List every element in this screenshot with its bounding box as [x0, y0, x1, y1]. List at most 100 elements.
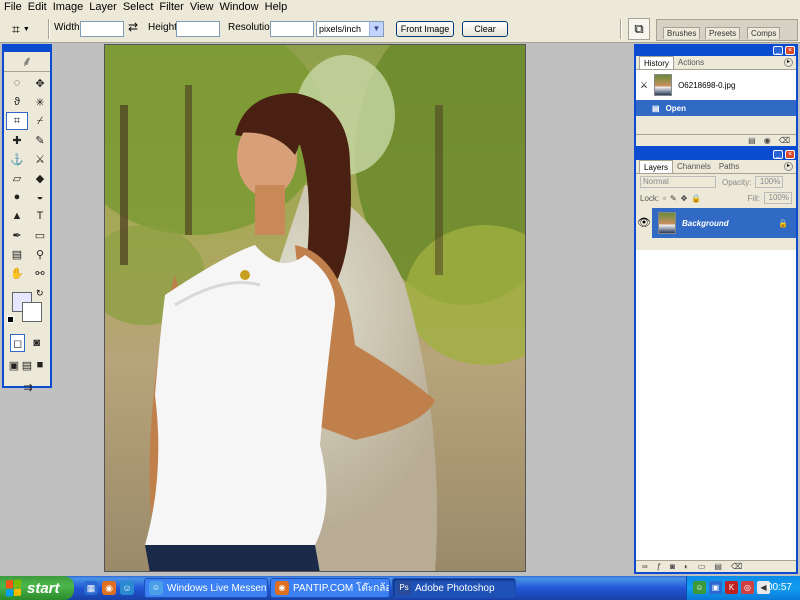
background-color[interactable] — [22, 302, 42, 322]
adjustment-layer-icon[interactable]: ◐ — [684, 561, 689, 572]
minimize-icon[interactable]: _ — [773, 150, 783, 159]
clear-button[interactable]: Clear — [462, 21, 508, 37]
trash-icon[interactable]: ⌫ — [779, 135, 790, 146]
resolution-units-select[interactable]: pixels/inch ▼ — [316, 21, 384, 37]
crop-icon[interactable]: ⌗ — [6, 112, 28, 130]
network-icon[interactable]: ▣ — [709, 581, 722, 594]
adobe-online-icon[interactable]: ⸙ — [4, 52, 50, 72]
tab-paths[interactable]: Paths — [715, 160, 743, 173]
slice-icon[interactable]: ⌿ — [29, 112, 51, 130]
antivirus-icon[interactable]: K — [725, 581, 738, 594]
history-footer: ▤ ◉ ⌫ — [636, 134, 796, 146]
hand-icon[interactable]: ✋ — [6, 264, 28, 282]
eye-icon[interactable]: 👁 — [636, 208, 652, 238]
firefox-icon[interactable]: ◉ — [102, 581, 116, 595]
history-brush-source-icon[interactable]: ⚔ — [640, 80, 648, 91]
menu-layer[interactable]: Layer — [88, 0, 122, 15]
panel-titlebar[interactable]: _ × — [636, 150, 796, 160]
blur-icon[interactable]: ● — [6, 188, 28, 206]
well-tab-presets[interactable]: Presets — [705, 27, 741, 39]
dodge-icon[interactable]: ◒ — [29, 188, 51, 206]
swap-colors-icon[interactable]: ↻ — [36, 288, 44, 299]
notes-icon[interactable]: ▤ — [6, 245, 28, 263]
link-icon[interactable]: ∞ — [642, 561, 648, 572]
eyedropper-icon[interactable]: ⚲ — [29, 245, 51, 263]
menu-select[interactable]: Select — [122, 0, 159, 15]
taskbar-button-messenger[interactable]: ☺ Windows Live Messen... — [144, 578, 268, 598]
document-canvas[interactable] — [104, 44, 526, 572]
default-colors-icon[interactable] — [7, 316, 14, 323]
clone-stamp-icon[interactable]: ⚓ — [6, 150, 28, 168]
fill-input[interactable]: 100% — [764, 192, 792, 204]
pen-icon[interactable]: ✒ — [6, 226, 28, 244]
taskbar-button-photoshop[interactable]: Ps Adobe Photoshop — [392, 578, 516, 598]
crop-tool-preset[interactable]: ⌗ ▼ — [12, 19, 42, 39]
new-set-icon[interactable]: ▭ — [698, 561, 706, 572]
layer-row-background[interactable]: 👁 Background 🔒 — [636, 208, 796, 238]
messenger-tray-icon[interactable]: ☺ — [693, 581, 706, 594]
type-icon[interactable]: T — [29, 207, 51, 225]
trash-icon[interactable]: ⌫ — [731, 561, 742, 572]
taskbar-button-firefox[interactable]: ◉ PANTIP.COM โต๊ะกล้อ... — [270, 578, 390, 598]
eraser-icon[interactable]: ▱ — [6, 169, 28, 187]
menu-image[interactable]: Image — [52, 0, 89, 15]
screen-mode-standard-icon[interactable]: ▣ — [8, 356, 20, 374]
quick-mask-icon[interactable]: ◙ — [29, 334, 44, 352]
menu-help[interactable]: Help — [264, 0, 293, 15]
menu-window[interactable]: Window — [219, 0, 264, 15]
screen-mode-full-icon[interactable]: ■ — [34, 356, 46, 374]
magic-wand-icon[interactable]: ✳ — [29, 93, 51, 111]
mask-icon[interactable]: ◙ — [670, 561, 675, 572]
path-select-icon[interactable]: ▲ — [6, 207, 28, 225]
menu-file[interactable]: File — [3, 0, 27, 15]
minimize-icon[interactable]: _ — [773, 46, 783, 55]
history-state-label: Open — [665, 103, 687, 113]
imageready-icon[interactable]: ⇉ — [10, 378, 46, 396]
history-state[interactable]: ▤ Open — [636, 100, 796, 116]
height-input[interactable] — [176, 21, 220, 37]
opacity-input[interactable]: 100% — [755, 176, 784, 188]
marquee-icon[interactable]: ◌ — [6, 74, 28, 92]
healing-brush-icon[interactable]: ✚ — [6, 131, 28, 149]
lock-icons[interactable]: ▫✎✥🔒 — [663, 194, 705, 203]
lasso-icon[interactable]: ϑ — [6, 93, 28, 111]
start-button[interactable]: start — [0, 576, 74, 600]
well-tab-brushes[interactable]: Brushes — [663, 27, 701, 39]
zoom-icon[interactable]: ⚯ — [29, 264, 51, 282]
menu-view[interactable]: View — [189, 0, 219, 15]
history-snapshot[interactable]: ⚔ O6218698-0.jpg — [636, 70, 796, 100]
tab-actions[interactable]: Actions — [674, 56, 708, 69]
messenger-quicklaunch-icon[interactable]: ☺ — [120, 581, 134, 595]
panel-menu-icon[interactable]: ▸ — [784, 162, 793, 171]
new-snapshot-icon[interactable]: ◉ — [764, 135, 771, 146]
blend-mode-select[interactable]: Normal — [640, 176, 716, 188]
width-input[interactable] — [80, 21, 124, 37]
tab-channels[interactable]: Channels — [673, 160, 715, 173]
tab-layers[interactable]: Layers — [639, 160, 674, 173]
shape-icon[interactable]: ▭ — [29, 226, 51, 244]
tab-history[interactable]: History — [639, 56, 674, 69]
front-image-button[interactable]: Front Image — [396, 21, 454, 37]
well-tab-comps[interactable]: Comps — [747, 27, 781, 39]
new-document-icon[interactable]: ▤ — [748, 135, 756, 146]
clock: 00:57 — [766, 582, 792, 593]
new-layer-icon[interactable]: ▤ — [714, 561, 722, 572]
menu-edit[interactable]: Edit — [27, 0, 52, 15]
panel-menu-icon[interactable]: ▸ — [784, 58, 793, 67]
paint-bucket-icon[interactable]: ◆ — [29, 169, 51, 187]
security-icon[interactable]: ◎ — [741, 581, 754, 594]
swap-dimensions-icon[interactable]: ⇄ — [128, 20, 138, 34]
menu-filter[interactable]: Filter — [158, 0, 188, 15]
panel-titlebar[interactable]: _ × — [636, 46, 796, 56]
close-icon[interactable]: × — [785, 46, 795, 55]
move-icon[interactable]: ✥ — [29, 74, 51, 92]
history-brush-icon[interactable]: ⚔ — [29, 150, 51, 168]
file-browser-icon[interactable]: ⧉ — [628, 18, 650, 40]
screen-mode-menu-icon[interactable]: ▤ — [21, 356, 33, 374]
show-desktop-icon[interactable]: ▦ — [84, 581, 98, 595]
layer-style-icon[interactable]: ƒ — [657, 561, 661, 572]
brush-icon[interactable]: ✎ — [29, 131, 51, 149]
standard-mode-icon[interactable]: ◻ — [10, 334, 26, 352]
resolution-input[interactable] — [270, 21, 314, 37]
close-icon[interactable]: × — [785, 150, 795, 159]
